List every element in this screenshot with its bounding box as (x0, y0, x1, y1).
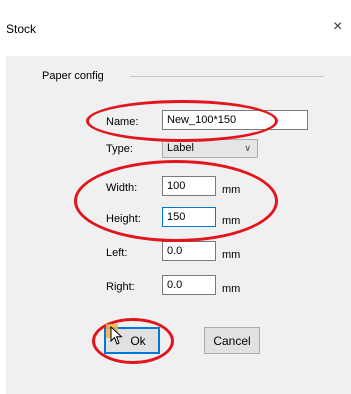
width-input[interactable] (162, 176, 216, 196)
close-icon[interactable]: × (333, 14, 351, 40)
title-bar: Stock × (0, 0, 351, 56)
ok-button-label: Ok (130, 333, 146, 348)
left-input[interactable] (162, 241, 216, 261)
width-label: Width: (106, 182, 138, 194)
cancel-button[interactable]: Cancel (204, 327, 260, 354)
name-input[interactable] (162, 110, 308, 130)
left-label: Left: (106, 247, 128, 259)
type-select-value: Label (167, 142, 194, 154)
mouse-pointer-icon (110, 326, 123, 345)
dialog-title: Stock (6, 22, 37, 36)
type-select[interactable]: Label ∨ (162, 139, 258, 158)
chevron-down-icon: ∨ (244, 143, 251, 153)
height-input[interactable] (162, 207, 216, 227)
right-input[interactable] (162, 275, 216, 295)
type-label: Type: (106, 143, 133, 155)
group-label-paper-config: Paper config (42, 70, 108, 82)
name-label: Name: (106, 116, 139, 128)
height-unit: mm (222, 215, 241, 227)
height-label: Height: (106, 213, 141, 225)
right-label: Right: (106, 281, 135, 293)
left-unit: mm (222, 249, 241, 261)
width-unit: mm (222, 184, 241, 196)
group-divider (130, 76, 324, 77)
right-unit: mm (222, 283, 241, 295)
